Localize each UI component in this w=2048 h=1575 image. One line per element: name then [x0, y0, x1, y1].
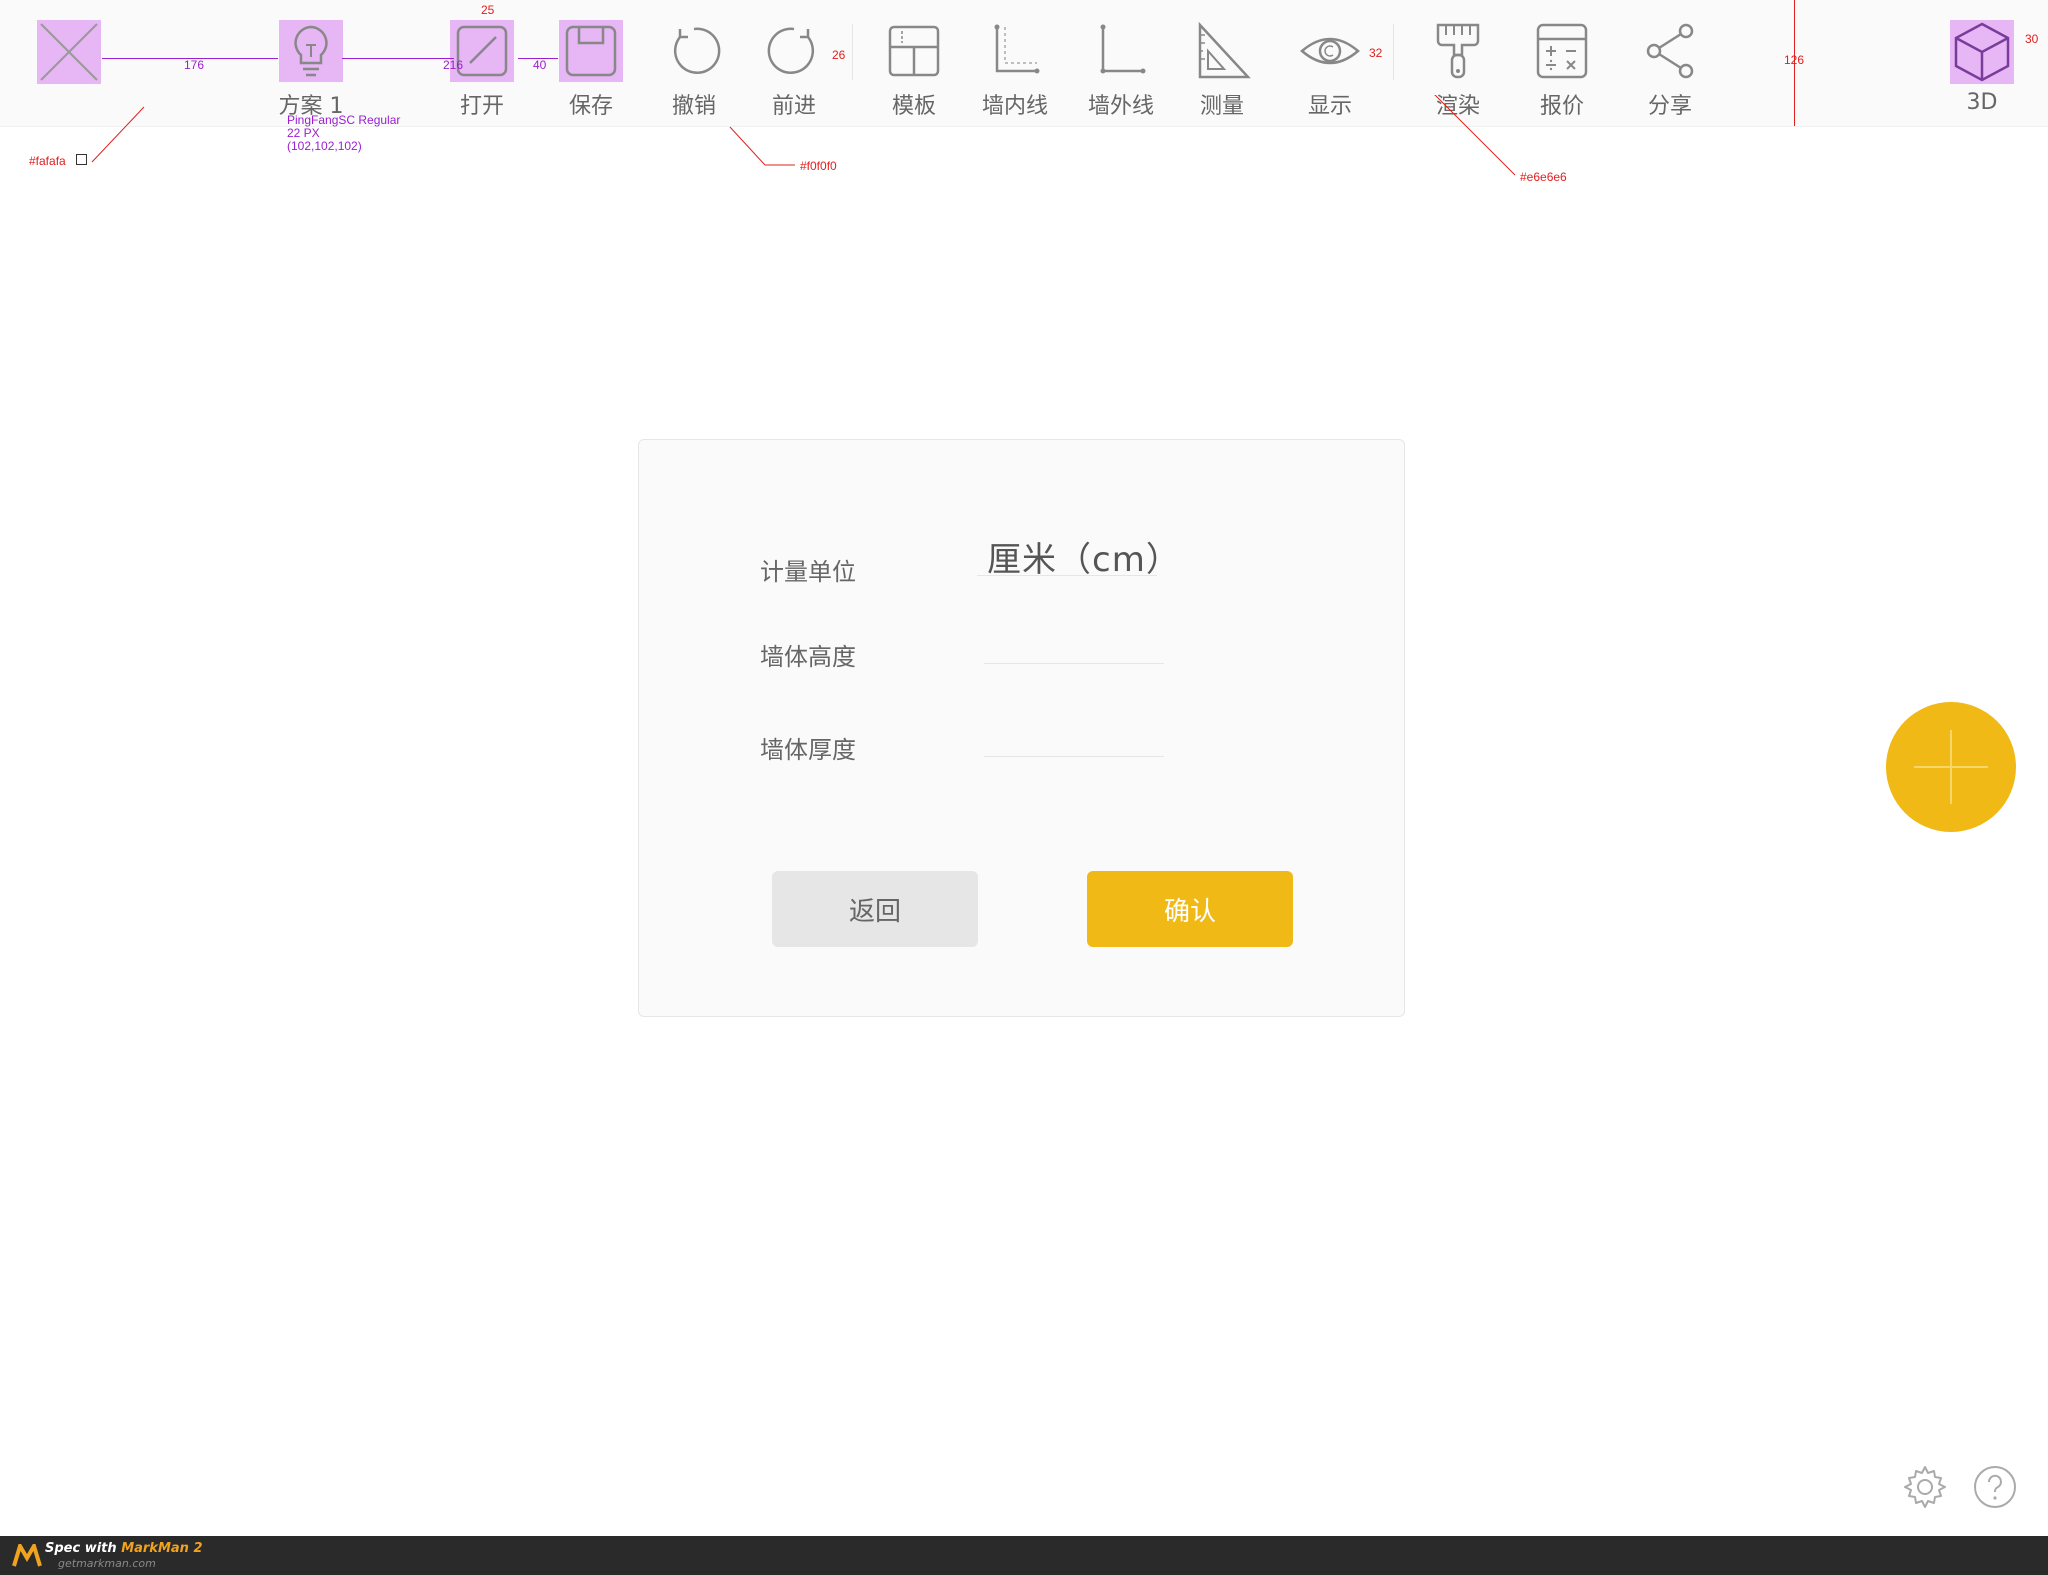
spec-dim-126: 126	[1784, 53, 1805, 67]
3d-button[interactable]: 3D	[1927, 20, 2037, 120]
wall-thickness-underline	[984, 756, 1164, 757]
spec-dim-32: 32	[1369, 46, 1383, 60]
spec-dimension-line	[342, 58, 454, 59]
question-icon	[1974, 1466, 2016, 1508]
color-swatch	[76, 154, 87, 165]
back-button[interactable]: 返回	[772, 871, 978, 947]
template-icon	[882, 20, 946, 82]
save-icon	[559, 20, 623, 82]
footer-brand-name: MarkMan 2	[121, 1541, 203, 1556]
spec-color-fafafa: #fafafa	[29, 154, 66, 168]
wall-thickness-label: 墙体厚度	[760, 736, 856, 764]
paint-brush-icon	[1426, 20, 1490, 82]
share-button[interactable]: 分享	[1615, 20, 1725, 120]
lightbulb-icon	[279, 20, 343, 82]
spec-dim-25: 25	[481, 3, 495, 17]
toolbar-divider	[1393, 24, 1394, 80]
unit-label: 计量单位	[760, 558, 856, 586]
wall-height-input[interactable]	[987, 630, 1167, 666]
footer-brand-prefix: Spec with	[45, 1541, 122, 1556]
triangle-ruler-icon	[1190, 20, 1254, 82]
markman-footer: Spec with MarkMan 2 getmarkman.com	[0, 1536, 2048, 1575]
open-icon	[450, 20, 514, 82]
toolbar-divider	[852, 24, 853, 80]
settings-button[interactable]	[1902, 1464, 1948, 1510]
outer-wall-line-icon	[1089, 20, 1153, 82]
spec-dim-176: 176	[184, 58, 205, 72]
undo-icon	[662, 20, 726, 82]
cube-icon	[1950, 20, 2014, 84]
3d-label: 3D	[1966, 90, 1998, 115]
share-label: 分享	[1647, 94, 1692, 119]
plus-icon	[1950, 730, 1952, 804]
redo-icon	[762, 20, 826, 82]
eye-icon	[1298, 20, 1362, 82]
spec-dim-216: 216	[443, 58, 464, 72]
footer-url[interactable]: getmarkman.com	[58, 1557, 156, 1570]
spec-color-e6e6e6: #e6e6e6	[1520, 170, 1567, 184]
inner-wall-line-icon	[983, 20, 1047, 82]
spec-dim-30: 30	[2025, 32, 2039, 46]
add-button[interactable]	[1886, 702, 2016, 832]
settings-dialog: 计量单位 厘米（cm） 墙体高度 墙体厚度 返回 确认	[638, 439, 1405, 1017]
wall-height-label: 墙体高度	[760, 643, 856, 671]
spec-dim-26: 26	[832, 48, 846, 62]
gear-icon	[1904, 1466, 1946, 1508]
wall-height-underline	[984, 663, 1164, 664]
footer-brand[interactable]: Spec with MarkMan 2	[45, 1541, 203, 1556]
help-button[interactable]	[1972, 1464, 2018, 1510]
unit-underline	[977, 575, 1157, 576]
unit-select[interactable]: 厘米（cm）	[987, 532, 1181, 581]
confirm-button[interactable]: 确认	[1087, 871, 1293, 947]
calculator-icon	[1530, 20, 1594, 82]
share-icon	[1638, 20, 1702, 82]
spec-dim-40: 40	[533, 58, 547, 72]
markman-logo-icon	[12, 1544, 42, 1567]
x-placeholder-icon	[37, 20, 101, 84]
spec-color-f0f0f0: #f0f0f0	[800, 159, 837, 173]
wall-thickness-input[interactable]	[987, 722, 1167, 758]
